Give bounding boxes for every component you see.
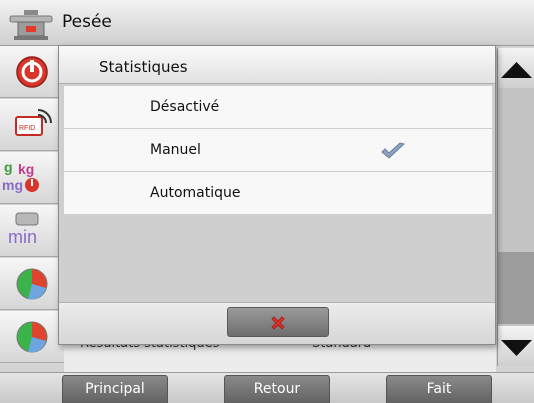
option-list: Désactivé Manuel Automatique — [64, 86, 492, 215]
option-automatique[interactable]: Automatique — [64, 172, 492, 215]
sidebar-item-statistics[interactable] — [0, 258, 64, 310]
svg-text:min: min — [8, 227, 37, 247]
option-desactive[interactable]: Désactivé — [64, 86, 492, 129]
scrollbar-thumb[interactable] — [498, 252, 534, 324]
scroll-up-button[interactable] — [497, 48, 534, 88]
cancel-button[interactable] — [227, 307, 329, 337]
option-label: Manuel — [150, 142, 201, 158]
back-button[interactable]: Retour — [224, 375, 330, 403]
option-manuel[interactable]: Manuel — [64, 129, 492, 172]
balance-icon — [6, 6, 56, 42]
pie-chart-icon — [16, 321, 48, 353]
pie-chart-icon — [16, 268, 48, 300]
dialog-header: Statistiques — [59, 46, 495, 84]
dialog-title: Statistiques — [99, 58, 188, 76]
svg-text:kg: kg — [18, 161, 34, 177]
done-button[interactable]: Fait — [386, 375, 492, 403]
min-weight-icon: min — [8, 212, 39, 247]
rfid-icon: RFID — [15, 109, 52, 136]
sidebar-item-power[interactable] — [0, 46, 64, 98]
title-bar: Pesée — [0, 0, 534, 46]
scroll-down-button[interactable] — [497, 326, 534, 366]
sidebar-item-statistics-2[interactable] — [0, 311, 64, 363]
arrow-down-icon — [501, 340, 532, 356]
svg-text:mg: mg — [2, 177, 23, 193]
statistics-dialog: Statistiques Désactivé Manuel Automatiqu… — [58, 45, 496, 345]
close-icon — [271, 316, 285, 330]
main-button[interactable]: Principal — [62, 375, 168, 403]
svg-text:RFID: RFID — [19, 125, 35, 132]
option-label: Désactivé — [150, 99, 220, 115]
sidebar-item-rfid[interactable]: RFID — [0, 99, 64, 151]
sidebar-item-units[interactable]: g kg mg — [0, 152, 64, 204]
units-icon: g kg mg — [2, 159, 39, 193]
checkmark-icon — [380, 141, 406, 165]
page-title: Pesée — [62, 12, 112, 32]
sidebar-item-min-weight[interactable]: min — [0, 205, 64, 257]
svg-text:g: g — [4, 159, 13, 175]
dialog-footer — [59, 302, 495, 344]
option-label: Automatique — [150, 185, 241, 201]
power-icon — [16, 56, 48, 88]
arrow-up-icon — [501, 62, 532, 78]
sidebar: RFID g kg mg min — [0, 46, 64, 372]
bottom-nav: Principal Retour Fait — [0, 372, 534, 403]
